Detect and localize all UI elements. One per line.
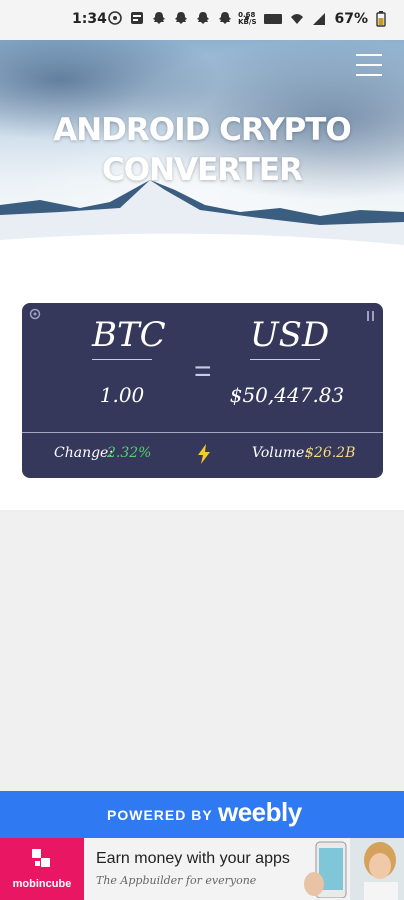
snapchat-icon bbox=[219, 12, 231, 24]
divider bbox=[22, 432, 383, 433]
wifi-icon bbox=[291, 14, 304, 24]
whatsapp-icon bbox=[108, 11, 122, 25]
to-currency-underline bbox=[250, 359, 320, 360]
status-bar: 1:34 0.68 KB/S 67% bbox=[0, 0, 404, 40]
status-right: 0.68 KB/S 67% bbox=[238, 11, 386, 27]
news-icon bbox=[131, 12, 143, 24]
mobincube-logo-icon bbox=[32, 849, 50, 867]
change-label: Change: bbox=[54, 445, 114, 461]
status-time: 1:34 bbox=[72, 11, 107, 27]
from-currency-underline bbox=[92, 359, 152, 360]
from-amount-input[interactable]: 1.00 bbox=[82, 383, 162, 407]
phone-image bbox=[304, 841, 347, 898]
hero-banner: ANDROID CRYPTO CONVERTER bbox=[0, 40, 404, 270]
menu-bar bbox=[356, 74, 382, 76]
weebly-logo: weebly bbox=[218, 797, 302, 827]
menu-bar bbox=[356, 64, 382, 66]
volume-value: $26.2B bbox=[305, 445, 356, 461]
ad-banner[interactable]: mobincube Earn money with your apps The … bbox=[0, 838, 404, 900]
snapchat-icon bbox=[197, 12, 209, 24]
equals-sign: = bbox=[194, 355, 212, 388]
change-value: 2.32% bbox=[107, 445, 152, 461]
network-speed: 0.68 KB/S bbox=[238, 11, 257, 26]
woman-photo bbox=[350, 838, 404, 900]
page-title: ANDROID CRYPTO CONVERTER bbox=[53, 112, 352, 188]
volume-label: Volume: bbox=[252, 445, 310, 461]
ad-subtitle: The Appbuilder for everyone bbox=[96, 874, 257, 887]
snapchat-icon bbox=[153, 12, 165, 24]
crypto-converter-widget: BTC = USD 1.00 $50,447.83 Change: 2.32% … bbox=[22, 303, 383, 478]
battery-icon bbox=[376, 11, 386, 27]
signal-icon bbox=[313, 13, 326, 25]
to-currency-selector[interactable]: USD bbox=[250, 315, 329, 355]
powered-by-weebly-banner[interactable]: POWERED BY weebly bbox=[0, 791, 404, 838]
volte-icon bbox=[264, 14, 283, 24]
ad-title: Earn money with your apps bbox=[96, 850, 290, 867]
mobincube-logo: mobincube bbox=[0, 838, 84, 900]
snapchat-icon bbox=[175, 12, 187, 24]
from-currency-selector[interactable]: BTC bbox=[92, 315, 166, 355]
pause-icon[interactable] bbox=[367, 311, 375, 321]
converted-amount: $50,447.83 bbox=[229, 383, 345, 407]
lightning-icon bbox=[198, 444, 210, 464]
gear-icon[interactable] bbox=[28, 307, 42, 321]
mobincube-logo-text: mobincube bbox=[12, 878, 72, 890]
powered-by-label: POWERED BY bbox=[107, 807, 213, 823]
menu-bar bbox=[356, 54, 382, 56]
battery-percent: 67% bbox=[334, 11, 368, 27]
notification-icons bbox=[108, 11, 254, 25]
hamburger-menu-button[interactable] bbox=[356, 54, 382, 76]
